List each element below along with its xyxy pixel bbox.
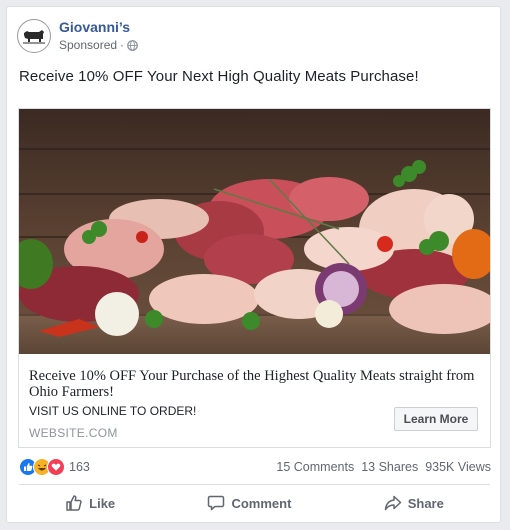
engagement-stats: 163 15 Comments 13 Shares 935K Views (19, 458, 491, 476)
comment-icon (208, 495, 225, 511)
thumbs-up-icon (66, 495, 82, 511)
ad-footer: Receive 10% OFF Your Purchase of the Hig… (19, 354, 490, 447)
share-label: Share (407, 495, 444, 511)
love-reaction-icon (47, 458, 65, 476)
comments-count[interactable]: 15 Comments (276, 460, 354, 474)
reactions-summary[interactable]: 163 (19, 458, 90, 476)
sponsored-post-card: Giovanni’s Sponsored · Receive 10% OFF Y… (6, 6, 501, 523)
page-name-link[interactable]: Giovanni’s (59, 19, 138, 36)
comment-button[interactable]: Comment (207, 494, 291, 512)
like-button[interactable]: Like (65, 494, 115, 512)
ad-headline[interactable]: Receive 10% OFF Your Purchase of the Hig… (29, 368, 489, 400)
globe-icon[interactable] (127, 39, 138, 51)
separator-dot: · (120, 38, 125, 52)
views-count[interactable]: 935K Views (425, 460, 491, 474)
shares-count[interactable]: 13 Shares (361, 460, 418, 474)
learn-more-button[interactable]: Learn More (394, 407, 478, 431)
like-label: Like (89, 495, 116, 511)
post-message: Receive 10% OFF Your Next High Quality M… (19, 68, 419, 85)
sponsored-label[interactable]: Sponsored (59, 37, 117, 53)
comment-label: Comment (231, 495, 292, 511)
meat-photo (19, 109, 490, 354)
share-arrow-icon (384, 495, 401, 511)
ad-domain: WEBSITE.COM (29, 426, 118, 440)
page-avatar[interactable] (17, 19, 51, 53)
reactions-count[interactable]: 163 (69, 460, 90, 474)
ad-image[interactable] (19, 109, 490, 354)
post-actions-bar: Like Comment Share (19, 489, 490, 517)
post-header: Giovanni’s Sponsored · (17, 16, 138, 56)
ad-description: VISIT US ONLINE TO ORDER! (29, 404, 197, 418)
bull-logo-icon (23, 30, 45, 44)
share-button[interactable]: Share (384, 494, 444, 512)
actions-divider (19, 484, 490, 485)
ad-link-preview[interactable]: Receive 10% OFF Your Purchase of the Hig… (18, 108, 491, 448)
